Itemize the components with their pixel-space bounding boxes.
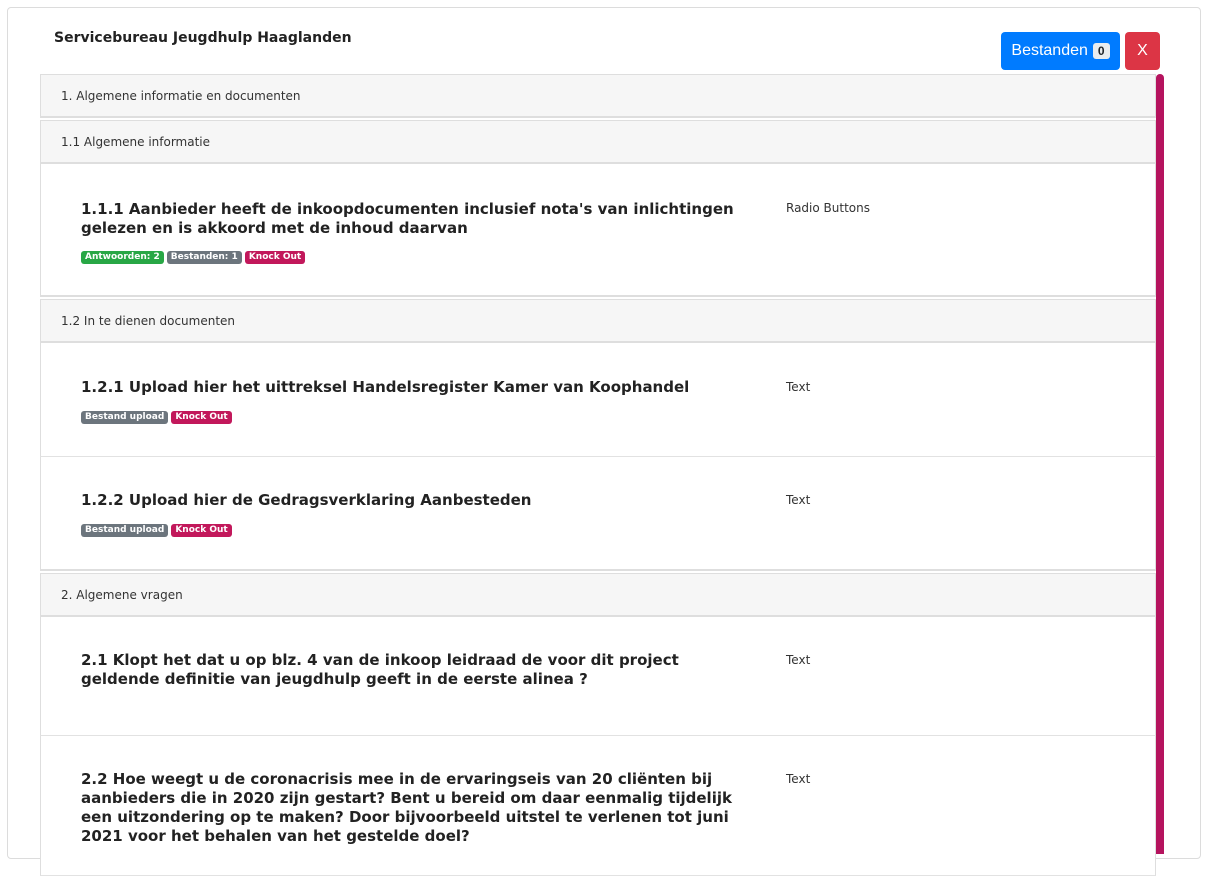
answers-badge: Antwoorden: 2 — [81, 251, 164, 264]
question-text: 2.2 Hoe weegt u de coronacrisis mee in d… — [81, 770, 732, 845]
files-badge: Bestanden: 1 — [166, 251, 242, 264]
subsection-header[interactable]: 1.1 Algemene informatie — [40, 120, 1156, 164]
question-text: 1.2.1 Upload hier het uittreksel Handels… — [81, 378, 690, 396]
question-type: Text — [786, 653, 811, 667]
files-button-label: Bestanden — [1011, 42, 1088, 59]
files-count-badge: 0 — [1092, 43, 1110, 59]
question-type: Radio Buttons — [786, 201, 870, 215]
close-button[interactable]: X — [1125, 32, 1160, 70]
page-title: Servicebureau Jeugdhulp Haaglanden — [54, 30, 352, 46]
question-item[interactable]: 2.1 Klopt het dat u op blz. 4 van de ink… — [40, 617, 1156, 736]
subsection-header[interactable]: 1.2 In te dienen documenten — [40, 299, 1156, 343]
question-item[interactable]: 1.2.1 Upload hier het uittreksel Handels… — [40, 343, 1156, 457]
question-type: Text — [786, 493, 811, 507]
question-type: Text — [786, 772, 811, 786]
knock-out-badge: Knock Out — [171, 411, 232, 424]
question-text: 1.2.2 Upload hier de Gedragsverklaring A… — [81, 491, 532, 509]
question-text: 1.1.1 Aanbieder heeft de inkoopdocumente… — [81, 200, 734, 237]
file-upload-badge: Bestand upload — [81, 411, 169, 424]
question-type: Text — [786, 380, 811, 394]
knock-out-badge: Knock Out — [244, 251, 306, 264]
section-header[interactable]: 2. Algemene vragen — [40, 573, 1156, 617]
question-badges: Bestand upload Knock Out — [81, 524, 232, 537]
file-upload-badge: Bestand upload — [81, 524, 169, 537]
question-badges: Bestand upload Knock Out — [81, 411, 232, 424]
question-item[interactable]: 1.2.2 Upload hier de Gedragsverklaring A… — [40, 457, 1156, 571]
question-text: 2.1 Klopt het dat u op blz. 4 van de ink… — [81, 651, 679, 688]
question-list: 1. Algemene informatie en documenten 1.1… — [40, 74, 1156, 876]
question-badges: Antwoorden: 2 Bestanden: 1 Knock Out — [81, 251, 306, 264]
scrollbar[interactable] — [1156, 74, 1164, 854]
knock-out-badge: Knock Out — [171, 524, 232, 537]
section-header[interactable]: 1. Algemene informatie en documenten — [40, 74, 1156, 118]
question-item[interactable]: 2.2 Hoe weegt u de coronacrisis mee in d… — [40, 736, 1156, 876]
question-item[interactable]: 1.1.1 Aanbieder heeft de inkoopdocumente… — [40, 164, 1156, 297]
files-button[interactable]: Bestanden 0 — [1001, 32, 1120, 70]
